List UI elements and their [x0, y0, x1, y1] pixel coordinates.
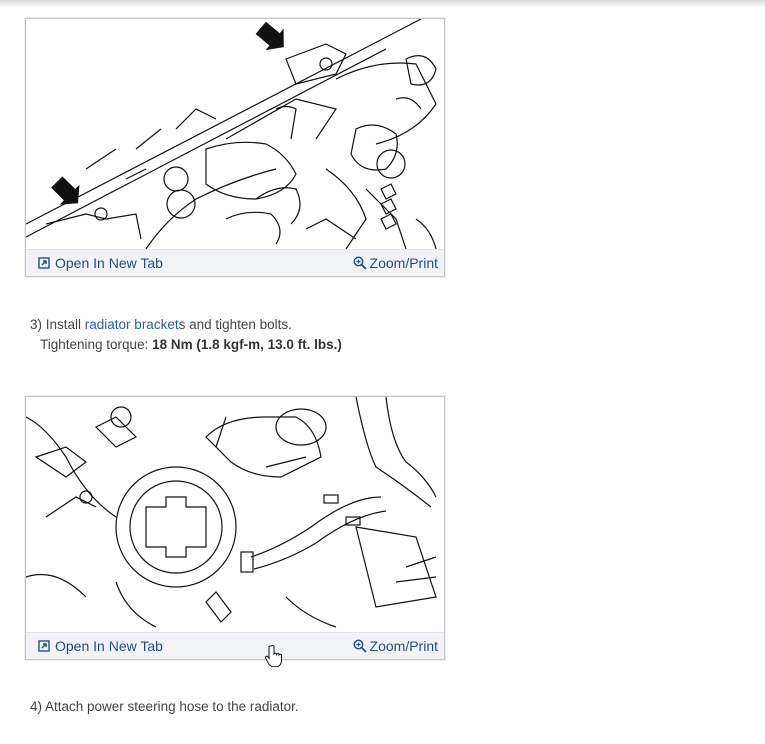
open-in-new-tab-label: Open In New Tab — [55, 255, 163, 271]
torque-value: 18 Nm (1.8 kgf-m, 13.0 ft. lbs.) — [152, 337, 342, 352]
zoom-print-label: Zoom/Print — [369, 638, 438, 654]
open-in-new-tab-link[interactable]: Open In New Tab — [38, 255, 163, 271]
top-edge-shadow — [0, 0, 765, 8]
figure-radiator-brackets: Open In New Tab Zoom/Print — [25, 18, 445, 277]
figure-power-steering-hose: Open In New Tab Zoom/Print — [25, 396, 445, 660]
zoom-print-link[interactable]: Zoom/Print — [353, 638, 438, 654]
open-in-new-tab-label: Open In New Tab — [55, 638, 163, 654]
hand-pointer-icon — [264, 645, 283, 672]
step-3-torque: Tightening torque: 18 Nm (1.8 kgf-m, 13.… — [30, 335, 342, 355]
torque-label: Tightening torque: — [40, 337, 153, 352]
zoom-print-link[interactable]: Zoom/Print — [353, 255, 438, 271]
magnifier-icon — [353, 256, 367, 270]
engine-diagram-hose — [26, 397, 444, 632]
open-new-tab-icon — [38, 640, 50, 652]
figure-toolbar: Open In New Tab Zoom/Print — [26, 249, 444, 276]
open-new-tab-icon — [38, 257, 50, 269]
open-in-new-tab-link[interactable]: Open In New Tab — [38, 638, 163, 654]
step-3-instructions: 3) Install radiator brackets and tighten… — [30, 315, 342, 355]
figure-toolbar: Open In New Tab Zoom/Print — [26, 632, 444, 659]
step-3-prefix: 3) Install — [30, 317, 85, 332]
step-4-text: 4) Attach power steering hose to the rad… — [30, 699, 299, 714]
step-4-instructions: 4) Attach power steering hose to the rad… — [30, 697, 299, 717]
magnifier-icon — [353, 639, 367, 653]
engine-diagram-brackets — [26, 19, 444, 249]
radiator-bracket-link[interactable]: radiator bracket — [85, 317, 179, 332]
zoom-print-label: Zoom/Print — [369, 255, 438, 271]
step-3-suffix: s and tighten bolts. — [178, 317, 292, 332]
